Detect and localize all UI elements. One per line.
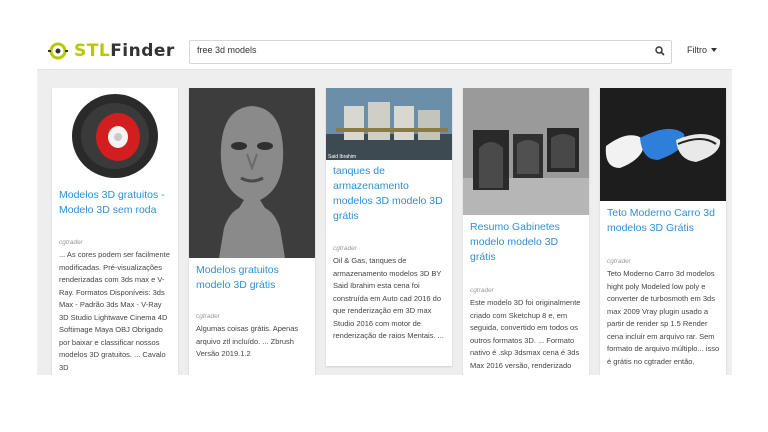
result-card[interactable]: Said Ibrahim tanques de armazenamento mo… [326, 88, 452, 366]
logo-wordmark: STLFinder [74, 41, 175, 61]
result-image-cabinets[interactable] [463, 88, 589, 215]
result-source: cgtrader [333, 245, 357, 252]
search-query-text[interactable]: free 3d models [197, 45, 257, 55]
result-image-bust[interactable] [189, 88, 315, 258]
result-image-wheel[interactable] [52, 88, 178, 181]
result-title[interactable]: Modelos gratuitos modelo 3D grátis [196, 263, 308, 293]
logo[interactable]: STLFinder [47, 40, 175, 62]
browser-content: STLFinder free 3d models Filtro Modelos … [37, 33, 732, 375]
result-image-tanks[interactable]: Said Ibrahim [326, 88, 452, 160]
logo-prefix: STL [74, 41, 111, 61]
result-source: cgtrader [196, 313, 220, 320]
result-description: Teto Moderno Carro 3d modelos hight poly… [607, 269, 720, 366]
result-source: cgtrader [470, 287, 494, 294]
result-description: Oil & Gas, tanques de armazenamento mode… [333, 256, 444, 340]
result-title[interactable]: tanques de armazenamento modelos 3D mode… [333, 164, 445, 224]
logo-suffix: Finder [110, 41, 175, 61]
result-source: cgtrader [59, 239, 83, 246]
result-title[interactable]: Teto Moderno Carro 3d modelos 3D Grátis [607, 206, 719, 236]
result-description: Algumas coisas grátis. Apenas arquivo zt… [196, 324, 299, 358]
result-card[interactable]: Resumo Gabinetes modelo modelo 3D grátis… [463, 88, 589, 375]
result-source: cgtrader [607, 258, 631, 265]
top-navigation-bar: STLFinder free 3d models Filtro [37, 33, 732, 70]
result-image-car-roof[interactable] [600, 88, 726, 201]
search-icon[interactable] [655, 46, 665, 56]
result-card[interactable]: Modelos 3D gratuitos - Modelo 3D sem rod… [52, 88, 178, 375]
result-description: Este modelo 3D foi originalmente criado … [470, 298, 581, 375]
filter-dropdown[interactable]: Filtro [687, 45, 717, 55]
image-caption: Said Ibrahim [328, 154, 356, 160]
search-input[interactable]: free 3d models [189, 40, 672, 64]
caret-down-icon [711, 48, 717, 52]
logo-icon [48, 42, 68, 60]
result-description: ... As cores podem ser facilmente modifi… [59, 250, 170, 372]
result-title[interactable]: Resumo Gabinetes modelo modelo 3D grátis [470, 220, 582, 265]
result-card[interactable]: Modelos gratuitos modelo 3D grátis cgtra… [189, 88, 315, 375]
result-card[interactable]: Teto Moderno Carro 3d modelos 3D Grátis … [600, 88, 726, 375]
filter-label: Filtro [687, 45, 707, 55]
result-title[interactable]: Modelos 3D gratuitos - Modelo 3D sem rod… [59, 188, 171, 218]
